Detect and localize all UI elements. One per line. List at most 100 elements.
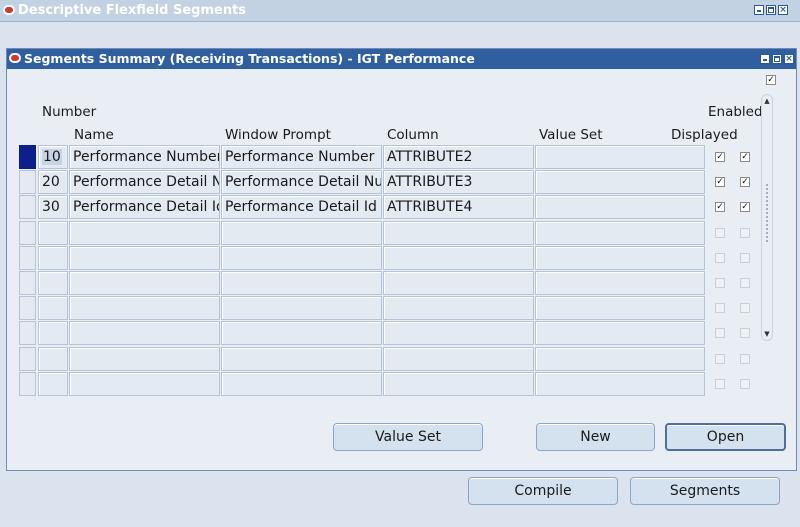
cell-value-set[interactable] (535, 246, 705, 270)
cell-name[interactable] (69, 296, 220, 320)
cell-name[interactable] (69, 321, 220, 345)
cell-column[interactable]: ATTRIBUTE4 (383, 195, 534, 219)
cell-number[interactable]: 30 (38, 195, 68, 219)
row-indicator[interactable] (19, 145, 36, 169)
close-icon[interactable]: × (778, 5, 788, 15)
row-indicator[interactable] (19, 170, 36, 194)
cell-value-set[interactable] (535, 145, 705, 169)
cell-window-prompt[interactable] (221, 221, 382, 245)
cell-name[interactable] (69, 221, 220, 245)
new-button-label: New (580, 429, 611, 445)
cell-value-set[interactable] (535, 296, 705, 320)
cell-value-set[interactable] (535, 321, 705, 345)
enabled-checkbox[interactable] (740, 278, 750, 288)
cell-number[interactable] (38, 296, 68, 320)
displayed-checkbox[interactable]: ✓ (715, 177, 725, 187)
cell-name[interactable] (69, 372, 220, 396)
cell-column[interactable] (383, 347, 534, 371)
cell-column[interactable] (383, 296, 534, 320)
displayed-checkbox[interactable] (715, 253, 725, 263)
cell-column[interactable]: ATTRIBUTE3 (383, 170, 534, 194)
enabled-checkbox[interactable]: ✓ (740, 152, 750, 162)
cell-window-prompt[interactable]: Performance Detail Id (221, 195, 382, 219)
cell-name[interactable]: Performance Number (69, 145, 220, 169)
row-indicator[interactable] (19, 372, 36, 396)
cell-value-set[interactable] (535, 271, 705, 295)
row-indicator[interactable] (19, 347, 36, 371)
cell-number[interactable] (38, 372, 68, 396)
cell-column[interactable]: ATTRIBUTE2 (383, 145, 534, 169)
displayed-checkbox[interactable] (715, 228, 725, 238)
cell-number[interactable]: 20 (38, 170, 68, 194)
cell-column[interactable] (383, 221, 534, 245)
maximize-icon[interactable] (772, 54, 782, 64)
cell-number[interactable] (38, 221, 68, 245)
cell-window-prompt[interactable]: Performance Number (221, 145, 382, 169)
enabled-checkbox[interactable] (740, 228, 750, 238)
row-indicator[interactable] (19, 221, 36, 245)
displayed-checkbox[interactable] (715, 303, 725, 313)
displayed-checkbox[interactable]: ✓ (715, 152, 725, 162)
value-set-button[interactable]: Value Set (333, 423, 483, 451)
enabled-checkbox[interactable] (740, 253, 750, 263)
enabled-checkbox[interactable]: ✓ (740, 202, 750, 212)
cell-value-set[interactable] (535, 221, 705, 245)
open-button[interactable]: Open (665, 423, 786, 451)
open-button-label: Open (706, 429, 745, 445)
row-indicator[interactable] (19, 195, 36, 219)
cell-number[interactable] (38, 246, 68, 270)
minimize-icon[interactable] (760, 54, 770, 64)
enabled-checkbox[interactable] (740, 328, 750, 338)
cell-value-set[interactable] (535, 372, 705, 396)
cell-window-prompt[interactable] (221, 271, 382, 295)
cell-number[interactable] (38, 347, 68, 371)
displayed-checkbox[interactable]: ✓ (715, 202, 725, 212)
compile-button[interactable]: Compile (468, 477, 618, 505)
cell-value-set[interactable] (535, 170, 705, 194)
scroll-grip-icon[interactable] (765, 183, 769, 243)
scroll-up-icon[interactable]: ▲ (762, 97, 772, 105)
enabled-checkbox[interactable] (740, 354, 750, 364)
cell-value-set[interactable] (535, 195, 705, 219)
scroll-down-icon[interactable]: ▼ (762, 330, 772, 338)
cell-number[interactable]: 10 (38, 145, 68, 169)
cell-name[interactable]: Performance Detail Id (69, 195, 220, 219)
cell-window-prompt[interactable]: Performance Detail Number (221, 170, 382, 194)
cell-name[interactable] (69, 246, 220, 270)
cell-name[interactable] (69, 271, 220, 295)
close-icon[interactable]: × (784, 54, 794, 64)
enabled-checkbox[interactable] (740, 303, 750, 313)
minimize-icon[interactable] (754, 5, 764, 15)
displayed-checkbox[interactable] (715, 354, 725, 364)
vertical-scrollbar[interactable]: ▲ ▼ (761, 94, 773, 341)
cell-window-prompt[interactable] (221, 246, 382, 270)
maximize-icon[interactable] (766, 5, 776, 15)
cell-column[interactable] (383, 372, 534, 396)
cell-window-prompt[interactable] (221, 347, 382, 371)
row-indicator[interactable] (19, 271, 36, 295)
enabled-checkbox[interactable] (740, 379, 750, 389)
cell-window-prompt[interactable] (221, 372, 382, 396)
cell-column[interactable] (383, 271, 534, 295)
displayed-checkbox[interactable] (715, 328, 725, 338)
cell-value-set[interactable] (535, 347, 705, 371)
cell-window-prompt[interactable] (221, 321, 382, 345)
displayed-checkbox[interactable] (715, 379, 725, 389)
segments-button[interactable]: Segments (630, 477, 780, 505)
displayed-checkbox[interactable] (715, 278, 725, 288)
enabled-checkbox[interactable]: ✓ (740, 177, 750, 187)
cell-number[interactable] (38, 271, 68, 295)
cell-name[interactable] (69, 347, 220, 371)
cell-number[interactable] (38, 321, 68, 345)
row-indicator[interactable] (19, 296, 36, 320)
cell-name[interactable]: Performance Detail Number (69, 170, 220, 194)
cell-column[interactable] (383, 321, 534, 345)
cell-window-prompt[interactable] (221, 296, 382, 320)
cell-column[interactable] (383, 246, 534, 270)
top-checkbox[interactable]: ✓ (766, 75, 776, 85)
row-indicator[interactable] (19, 321, 36, 345)
header-window-prompt: Window Prompt (225, 127, 331, 143)
row-indicator[interactable] (19, 246, 36, 270)
cell-text: Performance Detail Id (73, 199, 220, 215)
new-button[interactable]: New (536, 423, 655, 451)
